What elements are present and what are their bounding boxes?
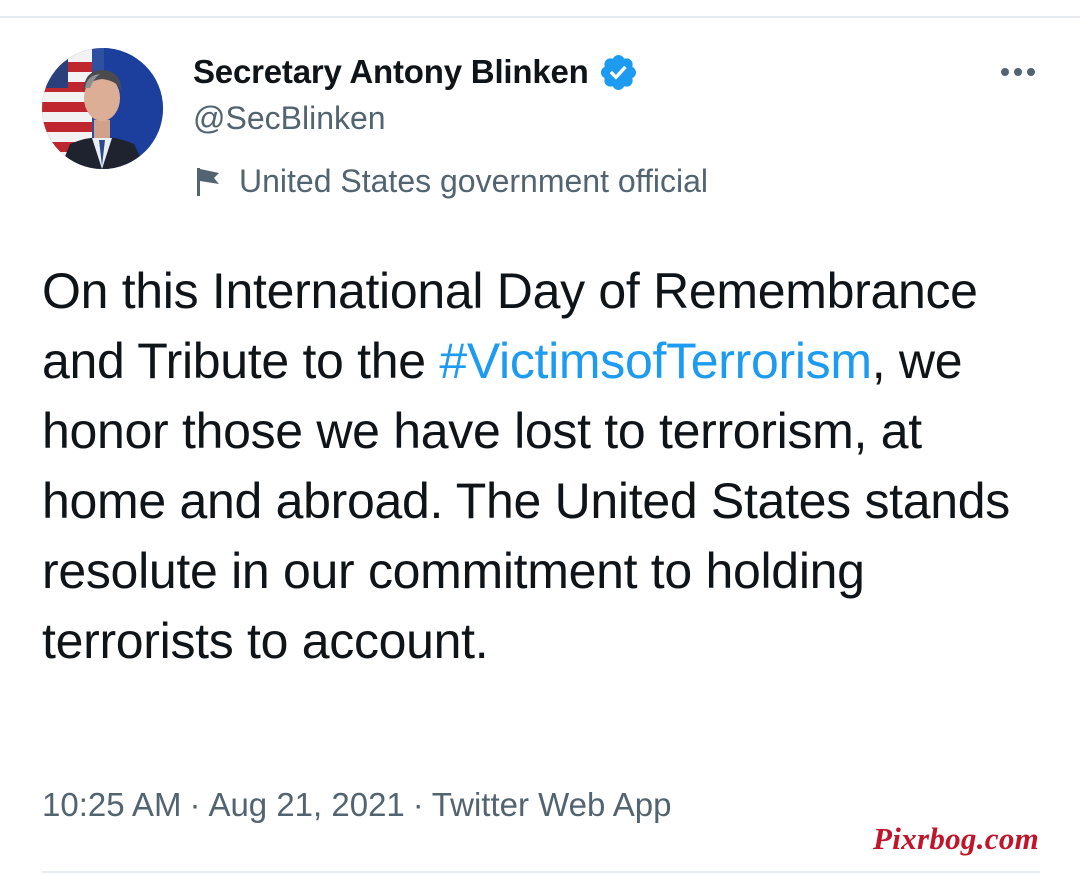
tweet-time[interactable]: 10:25 AM <box>42 786 181 823</box>
government-label-text: United States government official <box>239 162 708 199</box>
watermark: Pixrbog.com <box>873 821 1040 856</box>
tweet-source[interactable]: Twitter Web App <box>432 786 672 823</box>
more-icon <box>1001 68 1035 76</box>
author-name-row: Secretary Antony Blinken <box>193 50 639 94</box>
more-options-button[interactable] <box>992 52 1044 92</box>
avatar[interactable] <box>42 48 163 169</box>
avatar-photo <box>42 48 163 169</box>
tweet-metadata: 10:25 AM · Aug 21, 2021 · Twitter Web App <box>42 786 671 824</box>
author-handle[interactable]: @SecBlinken <box>193 100 386 137</box>
top-divider <box>0 16 1080 18</box>
display-name[interactable]: Secretary Antony Blinken <box>193 53 589 91</box>
government-label[interactable]: United States government official <box>193 159 708 203</box>
hashtag-link[interactable]: #VictimsofTerrorism <box>439 333 872 389</box>
tweet-text: On this International Day of Remembrance… <box>42 256 1052 676</box>
flag-icon <box>193 165 223 197</box>
separator: · <box>189 786 201 823</box>
bottom-divider <box>42 871 1040 873</box>
separator: · <box>412 786 424 823</box>
verified-badge-icon <box>598 52 639 93</box>
tweet-date[interactable]: Aug 21, 2021 <box>208 786 404 823</box>
